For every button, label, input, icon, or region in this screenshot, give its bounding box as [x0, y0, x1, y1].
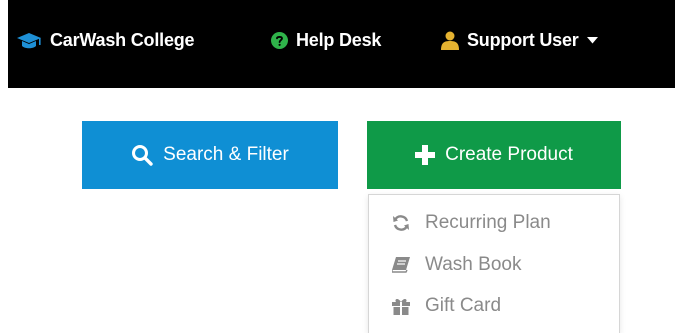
search-icon [131, 144, 153, 166]
question-circle-icon [271, 32, 288, 49]
brand-link[interactable]: CarWash College [16, 30, 195, 51]
help-desk-link[interactable]: Help Desk [271, 30, 381, 51]
menu-item-gift-card[interactable]: Gift Card [369, 286, 619, 326]
search-filter-button[interactable]: Search & Filter [82, 121, 338, 189]
menu-item-wash-book[interactable]: Wash Book [369, 245, 619, 285]
create-product-dropdown: Recurring Plan Wash Book Gift Card [368, 194, 620, 333]
menu-item-label: Wash Book [425, 254, 522, 275]
book-icon [391, 257, 411, 273]
plus-icon [415, 145, 436, 165]
refresh-icon [391, 214, 411, 232]
menu-item-label: Recurring Plan [425, 212, 551, 233]
brand-label: CarWash College [50, 30, 195, 50]
create-product-button[interactable]: Create Product [367, 121, 621, 189]
caret-down-icon [586, 37, 598, 44]
menu-item-label: Gift Card [425, 295, 502, 316]
gift-icon [391, 297, 411, 315]
top-navbar: CarWash College Help Desk Support User [0, 0, 675, 88]
graduation-cap-icon [16, 31, 42, 51]
help-desk-label: Help Desk [296, 30, 382, 50]
user-icon [441, 31, 459, 50]
user-label: Support User [467, 30, 579, 50]
create-product-label: Create Product [445, 144, 573, 165]
search-filter-label: Search & Filter [163, 144, 289, 165]
menu-item-recurring-plan[interactable]: Recurring Plan [369, 203, 619, 243]
user-menu[interactable]: Support User [441, 30, 598, 51]
